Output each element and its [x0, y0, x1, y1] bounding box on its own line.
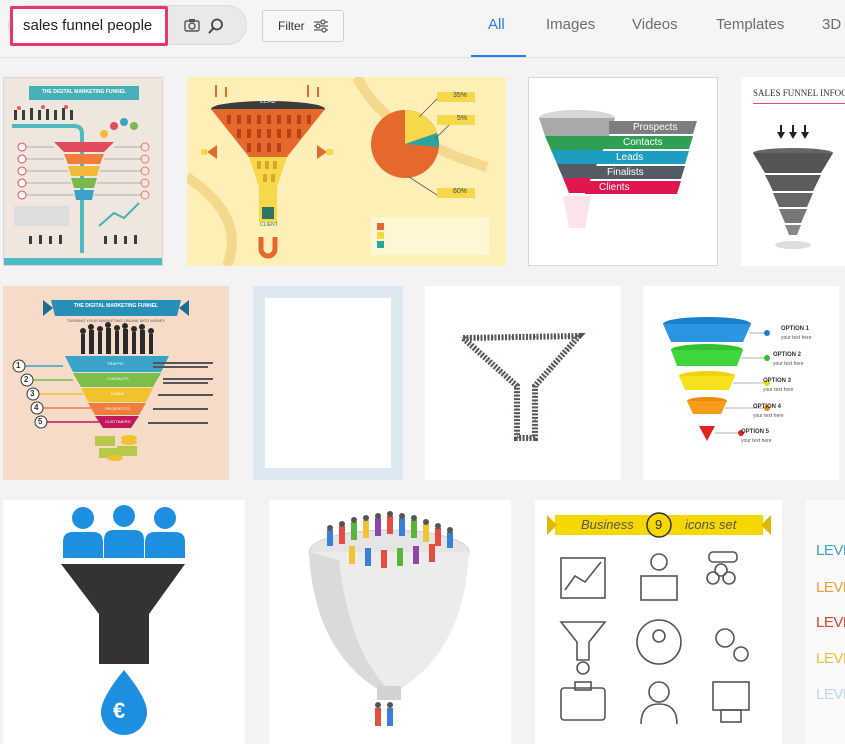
option-4-label: OPTION 4	[753, 404, 782, 410]
stage-awareness: Awareness	[315, 351, 340, 357]
result-thumbnail-awareness-funnel[interactable]: $ Awareness Interest Decision Action	[253, 286, 403, 480]
step-number-1: 1	[16, 361, 21, 370]
people-forming-funnel-illustration	[455, 332, 586, 441]
five-option-funnel-illustration	[663, 317, 770, 441]
result-thumbnail-lead-funnel-pie[interactable]: LEAD CLIENT 35% 5% 60%	[187, 77, 506, 266]
tab-videos[interactable]: Videos	[632, 16, 678, 58]
stage-label-5: Clients	[599, 182, 630, 193]
search-input[interactable]: sales funnel people	[10, 6, 168, 46]
tab-3d[interactable]: 3D	[822, 16, 841, 58]
funnel-stage-1: TRAFFIC	[107, 361, 124, 366]
result-thumbnail-options-funnel[interactable]: OPTION 1 your text here OPTION 2 your te…	[643, 286, 839, 480]
funnel-stage-2: CONTACTS	[107, 376, 129, 381]
search-bar: sales funnel people	[8, 4, 248, 48]
stage-label-3: Leads	[616, 152, 644, 163]
option-4-text: your text here	[753, 413, 784, 419]
lead-label: LEAD	[260, 99, 276, 105]
level-label-2: LEVEL	[816, 579, 845, 596]
filter-button[interactable]: Filter	[262, 10, 344, 42]
result-thumbnail-sales-funnel-infographic[interactable]: SALES FUNNEL INFOG	[741, 77, 845, 266]
tab-templates[interactable]: Templates	[716, 16, 784, 58]
step-number-2: 2	[24, 375, 29, 384]
search-icon[interactable]	[208, 18, 224, 34]
pie-percent-3: 60%	[453, 188, 468, 195]
pie-percent-2: 5%	[457, 115, 468, 122]
step-number-3: 3	[30, 389, 35, 398]
funnel-stage-5: CUSTOMERS	[105, 419, 131, 424]
banner-number: 9	[655, 517, 663, 532]
level-label-3: LEVEL	[816, 614, 845, 631]
filter-label: Filter	[278, 19, 305, 33]
tab-all[interactable]: All	[488, 16, 505, 58]
stage-decision: Decision	[318, 380, 338, 386]
result-thumbnail-crowd-funnel[interactable]	[425, 286, 621, 480]
option-3-label: OPTION 3	[763, 378, 792, 384]
result-thumbnail-3d-people-funnel[interactable]	[269, 500, 511, 744]
thumbnail-title: THE DIGITAL MARKETING FUNNEL	[73, 303, 159, 309]
funnel-stage-4: PROSPECTS	[105, 406, 130, 411]
pie-percent-1: 35%	[453, 92, 468, 99]
banner-right-text: icons set	[685, 517, 737, 532]
arrows-into-funnel-illustration	[753, 125, 833, 249]
option-3-text: your text here	[763, 387, 794, 393]
option-2-label: OPTION 2	[773, 352, 802, 358]
thumbnail-title: THE DIGITAL MARKETING FUNNEL	[41, 89, 127, 95]
thumbnail-subtitle: TURNING YOUR MARKETING ONLINE INTO MONEY	[66, 318, 166, 323]
title-underline	[753, 103, 845, 104]
3d-white-funnel-people-illustration	[308, 511, 470, 726]
result-thumbnail-levels[interactable]: LEVEL LEVEL LEVEL LEVEL LEVEL	[806, 500, 845, 744]
active-tab-indicator	[471, 55, 526, 57]
funnel-with-crowd-illustration	[12, 300, 213, 461]
stage-action: Action	[321, 394, 335, 400]
funnel-infographic-illustration	[4, 86, 162, 265]
lead-funnel-illustration	[187, 77, 489, 266]
level-label-4: LEVEL	[816, 650, 845, 667]
option-1-label: OPTION 1	[781, 326, 810, 332]
step-number-4: 4	[34, 403, 39, 412]
option-5-text: your text here	[741, 438, 772, 444]
level-label-1: LEVEL	[816, 542, 845, 559]
stage-interest: Interest	[318, 366, 335, 372]
tab-images[interactable]: Images	[546, 16, 595, 58]
level-label-5: LEVEL	[816, 686, 845, 703]
option-1-text: your text here	[781, 335, 812, 341]
client-label: CLIENT	[260, 222, 278, 228]
result-thumbnail-digital-marketing-funnel[interactable]: THE DIGITAL MARKETING FUNNEL	[3, 77, 163, 266]
option-5-label: OPTION 5	[741, 429, 770, 435]
funnel-stage-3: LEADS	[111, 391, 125, 396]
stage-label-2: Contacts	[623, 137, 663, 148]
option-2-text: your text here	[773, 361, 804, 367]
stage-label-4: Finalists	[607, 167, 644, 178]
result-thumbnail-3d-funnel-stages[interactable]: Prospects Contacts Leads Finalists Clien…	[528, 77, 718, 266]
step-number-5: 5	[38, 417, 43, 426]
result-thumbnail-business-icons-set[interactable]: Business 9 icons set	[535, 500, 782, 744]
top-bar: sales funnel people Filter All Images Vi…	[0, 0, 845, 58]
stage-label-1: Prospects	[633, 122, 678, 133]
banner-left-text: Business	[581, 517, 634, 532]
thumbnail-title: SALES FUNNEL INFOG	[753, 88, 845, 98]
euro-symbol: €	[113, 698, 126, 723]
result-thumbnail-marketing-funnel-money[interactable]: THE DIGITAL MARKETING FUNNEL TURNING YOU…	[3, 286, 229, 480]
camera-icon[interactable]	[184, 18, 200, 32]
result-thumbnail-people-funnel-euro[interactable]: €	[3, 500, 245, 744]
business-icons-illustration	[547, 512, 771, 725]
sliders-icon	[313, 19, 328, 33]
